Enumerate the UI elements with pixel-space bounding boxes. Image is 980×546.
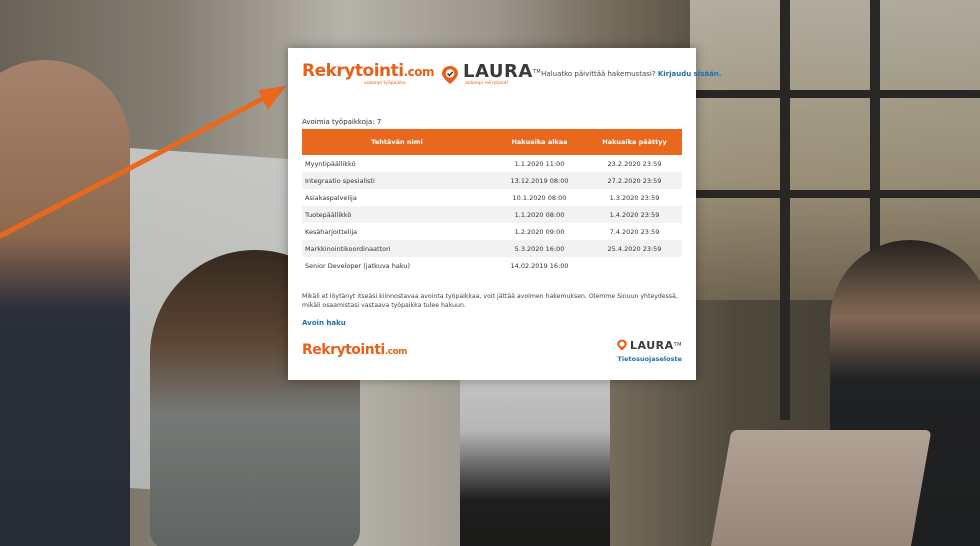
job-end: 23.2.2020 23:59 <box>607 159 662 168</box>
job-end: 1.3.2020 23:59 <box>609 193 660 202</box>
map-pin-icon <box>442 65 459 84</box>
table-row[interactable]: Markkinointikoordinaattori 5.3.2020 16:0… <box>302 240 682 257</box>
job-start: 1.1.2020 08:00 <box>492 206 587 223</box>
col-header-start[interactable]: Hakuaika alkaa <box>492 129 587 155</box>
footer-laura-logo[interactable]: LAURATM <box>616 339 682 351</box>
job-start: 1.1.2020 11:00 <box>514 159 565 168</box>
widget-footer: Rekrytointi.com LAURATM Tietosuojaselost… <box>302 339 682 364</box>
table-row[interactable]: Kesäharjoittelija 1.2.2020 09:00 7.4.202… <box>302 223 682 240</box>
job-start: 14.02.2019 16:00 <box>510 261 569 270</box>
jobs-table: Tehtävän nimi Hakuaika alkaa Hakuaika pä… <box>302 129 682 274</box>
job-start: 5.3.2020 16:00 <box>492 240 587 257</box>
job-end: 1.4.2020 23:59 <box>587 206 682 223</box>
job-title-link[interactable]: Markkinointikoordinaattori <box>302 240 492 257</box>
job-start: 1.2.2020 09:00 <box>514 227 565 236</box>
job-end: 25.4.2020 23:59 <box>587 240 682 257</box>
privacy-policy-link[interactable]: Tietosuojaseloste <box>617 355 682 363</box>
footer-rekrytointi-logo[interactable]: Rekrytointi.com <box>302 343 408 359</box>
job-title-link[interactable]: Myyntipäällikkö <box>302 155 492 172</box>
job-list-widget: Rekrytointi.com aidompi työpaikka LAURAT… <box>288 48 721 380</box>
table-row[interactable]: Tuotepäällikkö 1.1.2020 08:00 1.4.2020 2… <box>302 206 682 223</box>
job-start: 10.1.2020 08:00 <box>512 193 567 202</box>
table-header-row: Tehtävän nimi Hakuaika alkaa Hakuaika pä… <box>302 129 682 155</box>
job-title-link[interactable]: Senior Developer (jatkuva haku) <box>302 257 492 274</box>
laura-logo[interactable]: LAURATM aidompi rekrytointi <box>440 62 541 87</box>
job-end: 27.2.2020 23:59 <box>587 172 682 189</box>
job-title-link[interactable]: Integraatio spesialisti <box>302 172 492 189</box>
job-title-link[interactable]: Asiakaspalvelija <box>302 189 492 206</box>
login-prompt: Haluatko päivittää hakemustasi? Kirjaudu… <box>541 70 722 78</box>
col-header-end[interactable]: Hakuaika päättyy <box>587 129 682 155</box>
table-row[interactable]: Asiakaspalvelija 10.1.2020 08:00 1.3.202… <box>302 189 682 206</box>
open-jobs-count: Avoimia työpaikkoja: 7 <box>302 118 382 126</box>
login-link[interactable]: Kirjaudu sisään. <box>658 70 722 78</box>
job-title-link[interactable]: Tuotepäällikkö <box>302 206 492 223</box>
job-start: 13.12.2019 08:00 <box>492 172 587 189</box>
col-header-title[interactable]: Tehtävän nimi <box>302 129 492 155</box>
job-end <box>587 257 682 274</box>
open-application-link[interactable]: Avoin haku <box>302 319 346 327</box>
table-row[interactable]: Senior Developer (jatkuva haku) 14.02.20… <box>302 257 682 274</box>
widget-header: Rekrytointi.com aidompi työpaikka LAURAT… <box>302 62 721 108</box>
open-application-note: Mikäli et löytänyt itseäsi kiinnostavaa … <box>302 293 678 309</box>
table-row[interactable]: Myyntipäällikkö 1.1.2020 11:00 23.2.2020… <box>302 155 682 172</box>
job-title-link[interactable]: Kesäharjoittelija <box>302 223 492 240</box>
logos: Rekrytointi.com aidompi työpaikka LAURAT… <box>302 62 541 87</box>
map-pin-icon <box>617 339 627 351</box>
rekrytointi-logo[interactable]: Rekrytointi.com aidompi työpaikka <box>302 62 435 87</box>
job-end: 7.4.2020 23:59 <box>609 227 660 236</box>
table-row[interactable]: Integraatio spesialisti 13.12.2019 08:00… <box>302 172 682 189</box>
